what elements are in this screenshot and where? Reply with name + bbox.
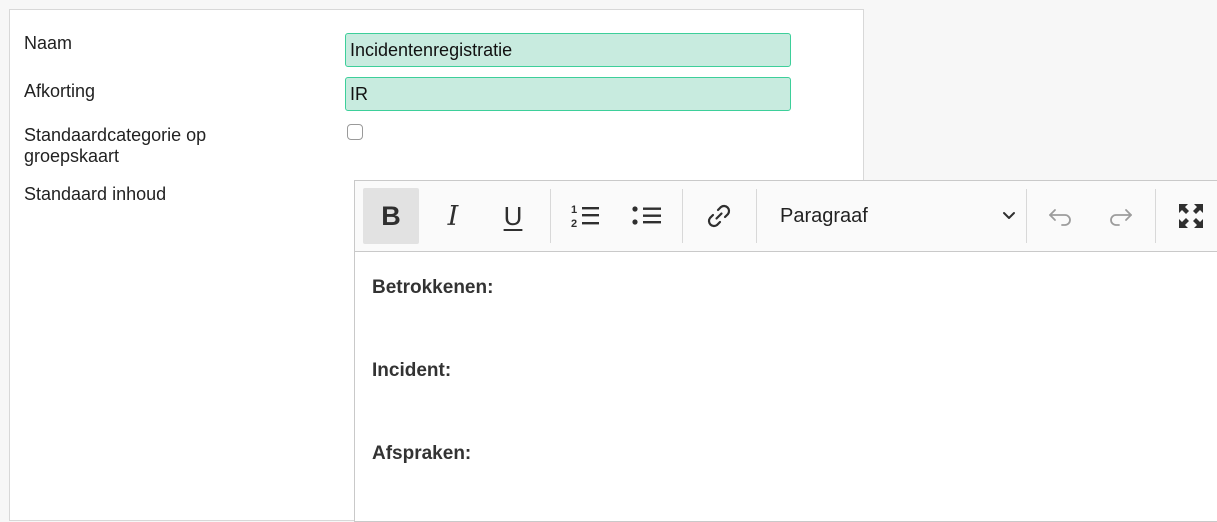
content-paragraph: Betrokkenen: [372, 277, 494, 298]
default-content-label: Standaard inhoud [24, 184, 167, 204]
toolbar-divider [1026, 189, 1027, 243]
bold-button[interactable]: B [363, 188, 419, 244]
bulleted-list-button[interactable] [619, 188, 675, 244]
abbreviation-label: Afkorting [24, 81, 96, 101]
underline-button[interactable]: U [485, 188, 541, 244]
numbered-list-button[interactable]: 1 2 [557, 188, 613, 244]
undo-button[interactable] [1033, 188, 1089, 244]
fullscreen-icon [1179, 204, 1203, 228]
content-paragraph: Afspraken: [372, 443, 472, 464]
redo-icon [1110, 209, 1132, 226]
toolbar-divider [1155, 189, 1156, 243]
bulleted-list-icon [632, 206, 661, 225]
undo-icon [1049, 209, 1071, 226]
editor-toolbar: B I U 1 2 Paragraaf [355, 181, 1217, 252]
toolbar-divider [682, 189, 683, 243]
default-category-label-line2: groepskaart [24, 146, 120, 166]
chevron-down-icon [1003, 212, 1015, 219]
rich-text-editor: B I U 1 2 Paragraaf Betrokkenen: Inciden… [354, 180, 1217, 522]
default-category-label-line1: Standaardcategorie op [24, 125, 207, 145]
numbered-list-icon: 1 2 [571, 204, 599, 230]
name-label: Naam [24, 33, 73, 53]
abbreviation-input[interactable] [345, 77, 791, 111]
svg-text:2: 2 [571, 218, 577, 230]
redo-button[interactable] [1092, 188, 1148, 244]
fullscreen-button[interactable] [1163, 188, 1217, 244]
svg-text:1: 1 [571, 204, 577, 216]
name-input[interactable] [345, 33, 791, 67]
paragraph-format-value: Paragraaf [780, 204, 868, 227]
toolbar-divider [756, 189, 757, 243]
link-icon [707, 204, 731, 228]
link-button[interactable] [691, 188, 747, 244]
italic-button[interactable]: I [425, 188, 481, 244]
content-paragraph: Incident: [372, 360, 452, 381]
paragraph-format-dropdown[interactable]: Paragraaf [770, 188, 1026, 244]
default-category-checkbox[interactable] [347, 124, 363, 140]
toolbar-divider [550, 189, 551, 243]
